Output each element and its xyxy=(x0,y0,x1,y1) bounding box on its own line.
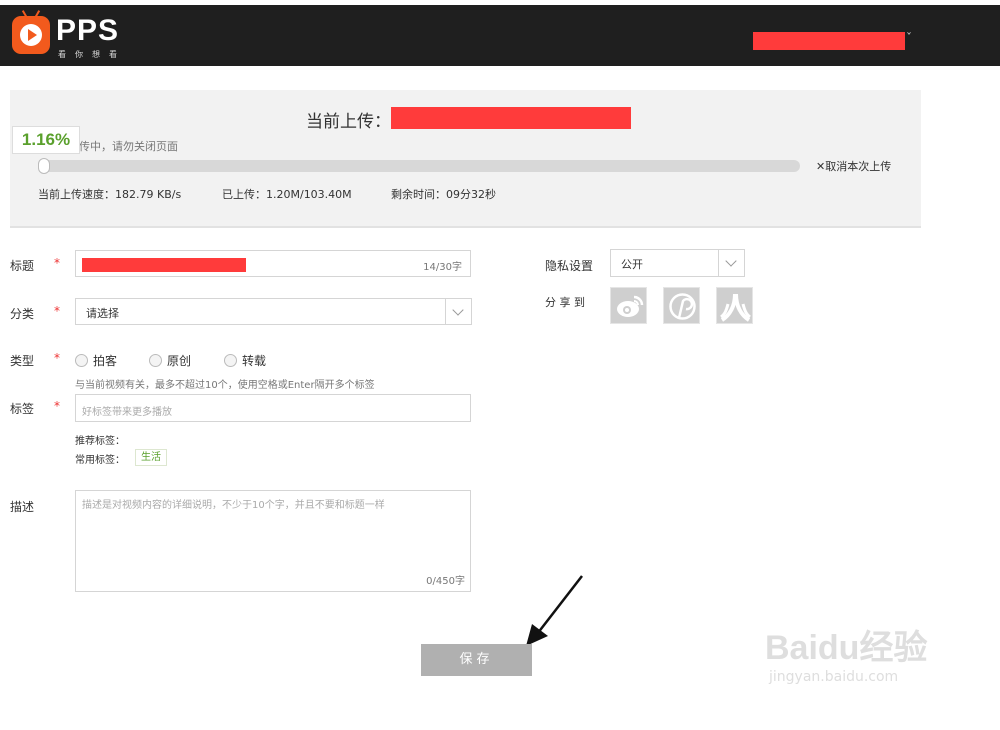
tags-placeholder: 好标签带来更多播放 xyxy=(82,407,172,418)
description-textarea[interactable]: 描述是对视频内容的详细说明，不少于10个字，并且不要和标题一样 0/450字 xyxy=(75,490,471,592)
tags-required-mark: * xyxy=(54,399,60,413)
upload-progress-panel: 当前上传： 上传中，请勿关闭页面 1.16% ✕取消本次上传 当前上传速度：18… xyxy=(10,90,921,228)
radio-original-label[interactable]: 原创 xyxy=(167,352,191,369)
watermark-main-text: Baidu经验 xyxy=(765,629,928,667)
tags-input[interactable]: 好标签带来更多播放 xyxy=(75,394,471,422)
category-required-mark: * xyxy=(54,304,60,318)
privacy-label: 隐私设置 xyxy=(545,259,594,273)
uploaded-size: 已上传：1.20M/103.40M xyxy=(222,188,352,201)
type-label: 类型 xyxy=(10,354,35,368)
chevron-down-icon xyxy=(725,255,737,267)
category-selected-value: 请选择 xyxy=(86,307,119,320)
title-char-counter: 14/30字 xyxy=(423,262,462,273)
weibo-icon[interactable] xyxy=(610,287,647,324)
tags-hint: 与当前视频有关，最多不超过10个，使用空格或Enter隔开多个标签 xyxy=(75,380,375,391)
watermark-sub-text: jingyan.baidu.com xyxy=(769,669,899,685)
privacy-dropdown-arrow[interactable] xyxy=(718,250,744,276)
baidu-jingyan-watermark: Baidu经验 jingyan.baidu.com xyxy=(765,620,927,685)
progress-percent-badge: 1.16% xyxy=(12,126,80,154)
common-tags-label: 常用标签： xyxy=(75,455,125,466)
description-label: 描述 xyxy=(10,500,35,514)
chevron-down-icon xyxy=(452,304,464,316)
recommended-tags-label: 推荐标签： xyxy=(75,436,125,447)
username-redacted[interactable] xyxy=(753,32,905,50)
annotation-arrow-icon xyxy=(526,575,583,646)
radio-repost[interactable] xyxy=(224,354,237,367)
logo-text[interactable]: PPS xyxy=(56,14,119,48)
description-placeholder: 描述是对视频内容的详细说明，不少于10个字，并且不要和标题一样 xyxy=(82,500,385,511)
category-label: 分类 xyxy=(10,307,35,321)
remaining-time: 剩余时间：09分32秒 xyxy=(391,188,496,201)
type-required-mark: * xyxy=(54,351,60,365)
progress-bar xyxy=(38,160,800,172)
radio-paike[interactable] xyxy=(75,354,88,367)
description-char-counter: 0/450字 xyxy=(426,576,465,587)
cancel-upload-link[interactable]: ✕取消本次上传 xyxy=(816,158,891,174)
pps-logo-icon[interactable] xyxy=(12,10,50,54)
title-required-mark: * xyxy=(54,256,60,270)
share-label: 分 享 到 xyxy=(545,296,585,309)
category-select[interactable]: 请选择 xyxy=(75,298,472,325)
category-dropdown-arrow[interactable] xyxy=(445,299,471,324)
qzone-icon[interactable] xyxy=(663,287,700,324)
title-label: 标题 xyxy=(10,259,35,273)
tags-label: 标签 xyxy=(10,402,35,416)
radio-original[interactable] xyxy=(149,354,162,367)
radio-repost-label[interactable]: 转载 xyxy=(242,352,266,369)
upload-hint: 上传中，请勿关闭页面 xyxy=(68,140,178,153)
upload-filename-redacted xyxy=(391,107,631,129)
user-menu-caret-icon[interactable]: ˇ xyxy=(906,31,912,45)
upload-speed: 当前上传速度：182.79 KB/s xyxy=(38,188,182,201)
privacy-selected-value: 公开 xyxy=(621,258,643,271)
title-input[interactable]: 14/30字 xyxy=(75,250,471,277)
top-navigation-bar: PPS 看你想看 ˇ xyxy=(0,5,1000,66)
progress-knob xyxy=(38,158,50,174)
tag-chip-life[interactable]: 生活 xyxy=(135,449,167,466)
renren-icon[interactable] xyxy=(716,287,753,324)
save-button[interactable]: 保存 xyxy=(421,644,532,676)
current-upload-label: 当前上传： xyxy=(306,112,391,132)
logo-slogan: 看你想看 xyxy=(58,50,126,59)
privacy-select[interactable]: 公开 xyxy=(610,249,745,277)
radio-paike-label[interactable]: 拍客 xyxy=(93,352,117,369)
title-value-redacted xyxy=(82,258,246,272)
